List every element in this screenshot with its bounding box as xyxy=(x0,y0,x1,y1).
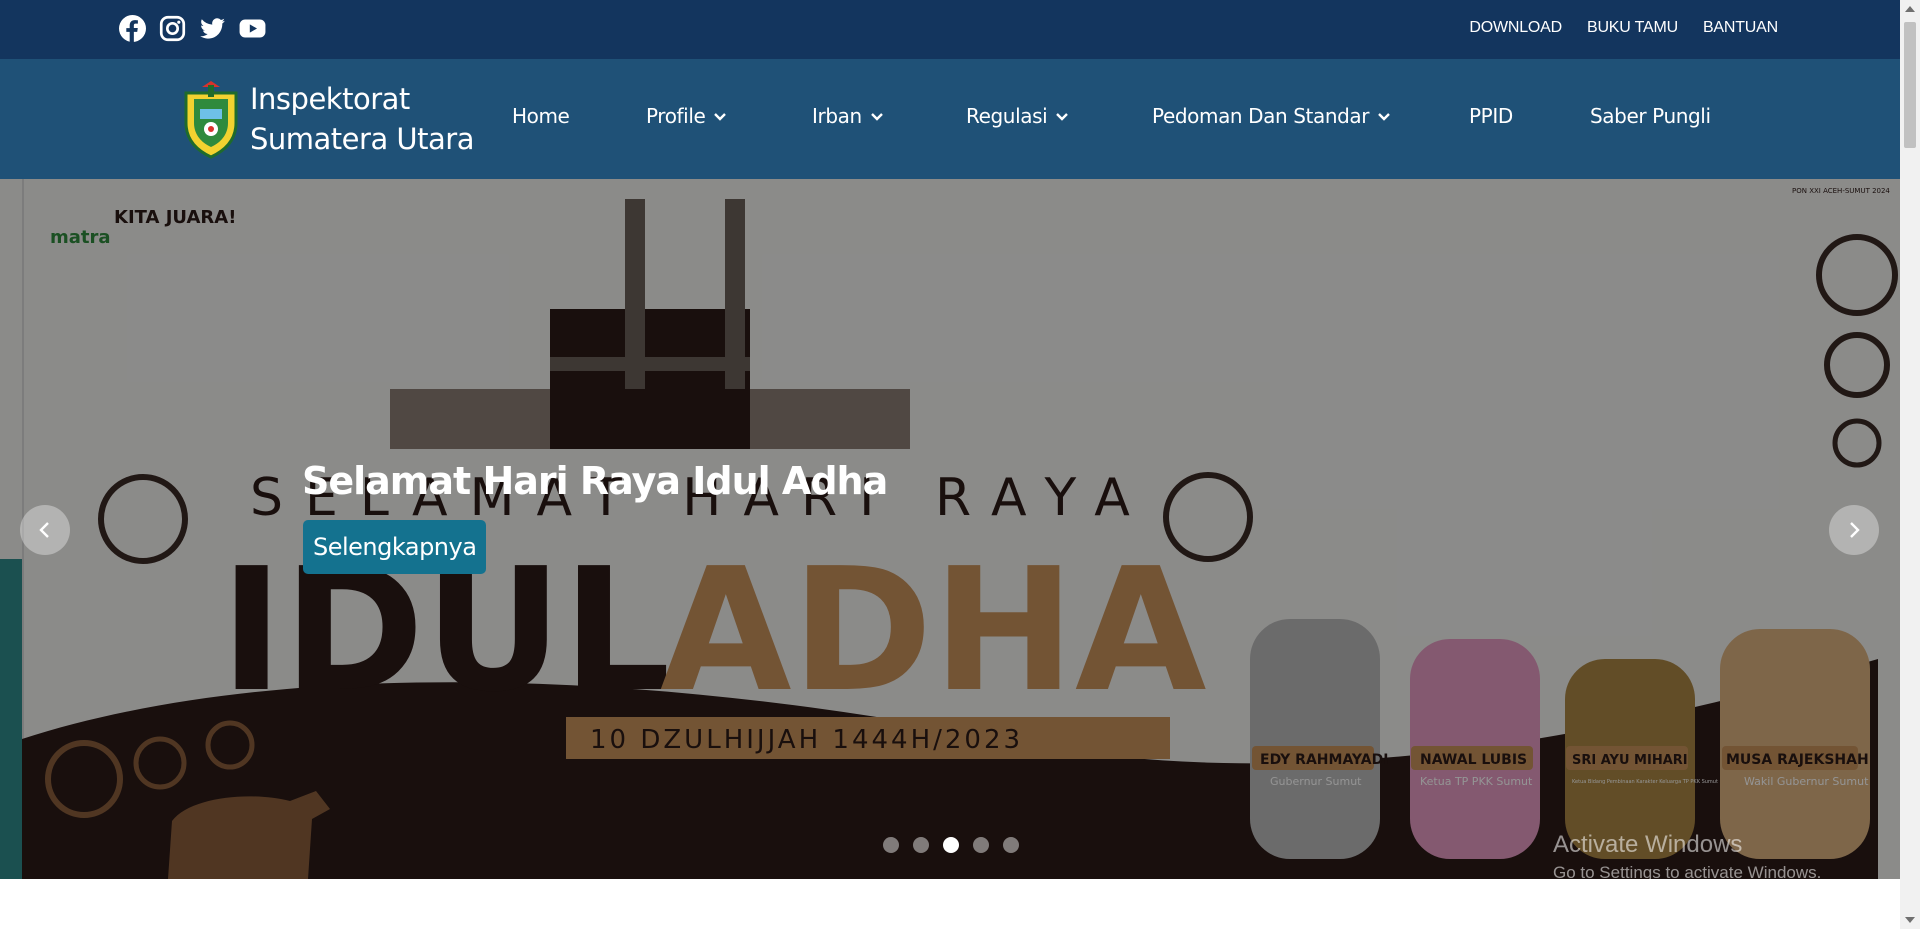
social-links xyxy=(119,15,266,42)
nav-item-saber-pungli[interactable]: Saber Pungli xyxy=(1590,104,1711,128)
nav-item-label: PPID xyxy=(1469,104,1513,128)
page-scrollbar[interactable] xyxy=(1900,0,1920,929)
instagram-icon[interactable] xyxy=(159,15,186,42)
guestbook-link[interactable]: BUKU TAMU xyxy=(1587,19,1678,37)
carousel-dot-1[interactable] xyxy=(883,837,899,853)
carousel-next-button[interactable] xyxy=(1829,505,1879,555)
slide-dark-overlay xyxy=(0,179,1900,879)
scroll-down-arrow-icon[interactable] xyxy=(1905,917,1915,923)
nav-item-label: Pedoman Dan Standar xyxy=(1152,104,1370,128)
chevron-down-icon xyxy=(1378,113,1390,121)
carousel-prev-button[interactable] xyxy=(20,505,70,555)
nav-item-home[interactable]: Home xyxy=(512,104,570,128)
nav-item-label: Irban xyxy=(812,104,862,128)
download-link[interactable]: DOWNLOAD xyxy=(1469,19,1562,37)
scroll-up-arrow-icon[interactable] xyxy=(1905,6,1915,12)
nav-item-profile[interactable]: Profile xyxy=(646,104,727,128)
chevron-down-icon xyxy=(870,113,883,121)
nav-item-label: Home xyxy=(512,104,570,128)
nav-item-pedoman[interactable]: Pedoman Dan Standar xyxy=(1152,104,1391,128)
brand-home-link[interactable]: Inspektorat Sumatera Utara xyxy=(178,79,475,159)
brand-name-line1: Inspektorat xyxy=(250,82,410,116)
twitter-icon[interactable] xyxy=(199,15,226,42)
scrollbar-thumb[interactable] xyxy=(1904,22,1916,148)
nav-item-regulasi[interactable]: Regulasi xyxy=(966,104,1069,128)
carousel-dot-4[interactable] xyxy=(973,837,989,853)
nav-item-ppid[interactable]: PPID xyxy=(1469,104,1513,128)
top-bar: DOWNLOAD BUKU TAMU BANTUAN xyxy=(0,0,1900,59)
carousel-dot-2[interactable] xyxy=(913,837,929,853)
province-emblem-logo xyxy=(184,81,238,159)
slide-caption-title: Selamat Hari Raya Idul Adha xyxy=(302,459,888,503)
carousel-dot-3[interactable] xyxy=(943,837,959,853)
chevron-down-icon xyxy=(1056,113,1069,121)
nav-item-label: Regulasi xyxy=(966,104,1048,128)
youtube-icon[interactable] xyxy=(239,15,266,42)
facebook-icon[interactable] xyxy=(119,15,146,42)
carousel-dot-5[interactable] xyxy=(1003,837,1019,853)
nav-item-label: Saber Pungli xyxy=(1590,104,1711,128)
hero-carousel: SELAMAT HARI RAYA IDUL ADHA 10 DZULHIJJA… xyxy=(0,179,1900,879)
carousel-indicators xyxy=(883,837,1019,853)
brand-name-line2: Sumatera Utara xyxy=(250,122,475,156)
nav-item-irban[interactable]: Irban xyxy=(812,104,884,128)
watermark-title: Activate Windows xyxy=(1553,831,1743,858)
chevron-down-icon xyxy=(714,113,727,121)
read-more-button[interactable]: Selengkapnya xyxy=(303,520,487,574)
windows-activation-watermark: Activate Windows Go to Settings to activ… xyxy=(1553,831,1821,879)
watermark-subtitle: Go to Settings to activate Windows. xyxy=(1553,863,1822,879)
main-navbar: Inspektorat Sumatera Utara Home Profile … xyxy=(0,59,1900,179)
help-link[interactable]: BANTUAN xyxy=(1703,19,1778,37)
top-links: DOWNLOAD BUKU TAMU BANTUAN xyxy=(1469,19,1778,37)
chevron-left-icon xyxy=(39,522,49,538)
chevron-right-icon xyxy=(1850,522,1860,538)
nav-item-label: Profile xyxy=(646,104,706,128)
